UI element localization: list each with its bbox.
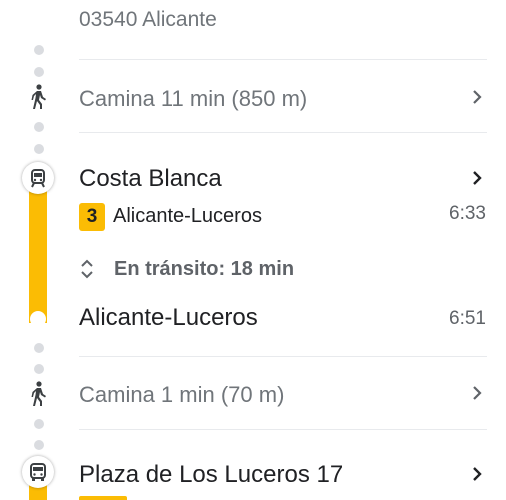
separator (79, 132, 487, 133)
route-dot (34, 343, 44, 353)
expand-icon (81, 259, 93, 279)
walk-step-label: Camina 11 min (850 m) (79, 86, 308, 111)
walking-icon (31, 84, 46, 109)
walking-icon (31, 381, 46, 406)
next-stop-name: Plaza de Los Luceros 17 (79, 461, 344, 488)
chevron-right-icon (473, 171, 482, 185)
transit-line-bar (29, 180, 47, 323)
board-stop-row[interactable]: Costa Blanca (0, 150, 506, 200)
chevron-right-icon (473, 386, 482, 400)
alight-stop-name: Alicante-Luceros (79, 304, 258, 331)
route-dot (34, 419, 44, 429)
line-number-badge: 3 (79, 203, 105, 231)
alight-stop-marker (30, 311, 46, 327)
walk-step-label: Camina 1 min (70 m) (79, 382, 285, 407)
separator (79, 429, 487, 430)
board-stop-name: Costa Blanca (79, 165, 222, 192)
next-line-badge (79, 496, 127, 500)
walk-step-row[interactable]: Camina 1 min (70 m) (0, 357, 506, 429)
address-text: 03540 Alicante (79, 8, 217, 31)
chevron-right-icon (473, 467, 482, 481)
depart-time: 6:33 (449, 203, 486, 224)
arrive-time: 6:51 (449, 308, 486, 329)
walk-step-row[interactable]: Camina 11 min (850 m) (0, 60, 506, 132)
chevron-right-icon (473, 90, 482, 104)
line-direction: Alicante-Luceros (113, 205, 262, 227)
in-transit-text: En tránsito: 18 min (114, 258, 295, 280)
in-transit-toggle[interactable]: En tránsito: 18 min (75, 252, 375, 288)
next-stop-row[interactable]: Plaza de Los Luceros 17 (0, 445, 506, 500)
route-dot (34, 122, 44, 132)
route-dot (34, 45, 44, 55)
